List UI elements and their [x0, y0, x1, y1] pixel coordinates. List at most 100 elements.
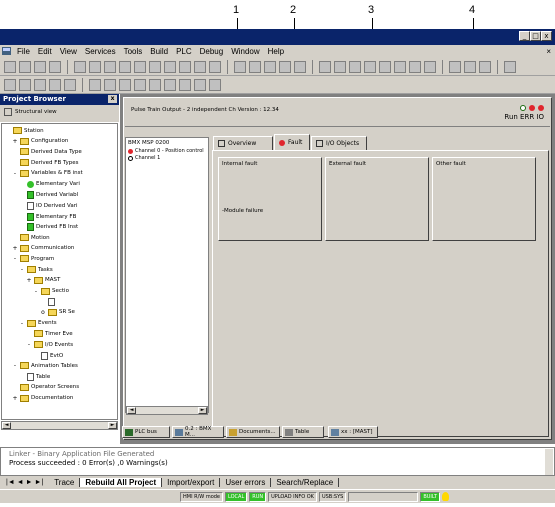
tab-io-objects[interactable]: I/O Objects [311, 136, 367, 150]
output-tab-trace[interactable]: Trace [49, 478, 81, 487]
tool-b-icon[interactable] [19, 78, 31, 91]
tree-item[interactable]: Motion [12, 234, 50, 241]
cascade-icon[interactable] [479, 60, 491, 73]
tool-k-icon[interactable] [164, 78, 176, 91]
scroll-left-icon[interactable]: ◄ [2, 422, 11, 429]
tool-c-icon[interactable] [34, 78, 46, 91]
undo-icon[interactable] [119, 60, 131, 73]
tool-m-icon[interactable] [194, 78, 206, 91]
animation-icon[interactable] [424, 60, 436, 73]
tool-a-icon[interactable] [4, 78, 16, 91]
tree-item[interactable]: Derived FB Types [12, 159, 78, 167]
project-browser-close-button[interactable]: x [108, 95, 117, 103]
tool-l-icon[interactable] [179, 78, 191, 91]
tool-g-icon[interactable] [104, 78, 116, 91]
channel-0-item[interactable]: Channel 0 - Position control [128, 148, 204, 154]
taskbar-mast[interactable]: xx : [MAST] [328, 426, 378, 438]
collapse-icon[interactable]: - [12, 362, 18, 369]
taskbar-documents[interactable]: Documents... [226, 426, 280, 438]
output-tab-user-errors[interactable]: User errors [220, 478, 272, 487]
validate-icon[interactable] [149, 60, 161, 73]
search-icon[interactable] [164, 60, 176, 73]
output-tab-import-export[interactable]: Import/export [162, 478, 221, 487]
scroll-right-icon[interactable]: ► [108, 422, 117, 429]
transfer-icon[interactable] [319, 60, 331, 73]
menu-file[interactable]: File [13, 47, 34, 56]
split-icon[interactable] [464, 60, 476, 73]
collapse-icon[interactable]: - [12, 170, 18, 177]
tool-h-icon[interactable] [119, 78, 131, 91]
zoom-icon[interactable] [179, 60, 191, 73]
tree-item[interactable]: Station [5, 127, 44, 134]
taskbar-table[interactable]: Table [282, 426, 324, 438]
taskbar-plc-bus[interactable]: PLC bus [122, 426, 170, 438]
tree-item[interactable]: Derived Variabl [19, 191, 78, 200]
tree-item[interactable]: Timer Eve [26, 330, 73, 338]
init-icon[interactable] [409, 60, 421, 73]
find-icon[interactable] [279, 60, 291, 73]
tree-item[interactable]: + Communication [12, 244, 74, 252]
expand-icon[interactable]: + [12, 245, 18, 252]
paste-icon[interactable] [104, 60, 116, 73]
bookmark-icon[interactable] [294, 60, 306, 73]
output-tab-search-replace[interactable]: Search/Replace [271, 478, 340, 487]
maximize-button[interactable]: □ [530, 31, 541, 41]
tree-item[interactable]: IO Derived Vari [19, 201, 77, 210]
collapse-icon[interactable]: - [12, 255, 18, 262]
taskbar-module[interactable]: 0.2 : BMX M... [172, 426, 224, 438]
menu-plc[interactable]: PLC [172, 47, 196, 56]
rebuild-icon[interactable] [264, 60, 276, 73]
cut-icon[interactable] [74, 60, 86, 73]
new-icon[interactable] [4, 60, 16, 73]
tree-item[interactable]: - I/O Events [26, 341, 73, 348]
tree-item[interactable]: EvtO [33, 351, 63, 360]
tree-spacer[interactable]: o [40, 309, 46, 316]
tool-n-icon[interactable] [209, 78, 221, 91]
open-icon[interactable] [19, 60, 31, 73]
plc-icon[interactable] [349, 60, 361, 73]
minimize-button[interactable]: _ [519, 31, 530, 41]
window-icon[interactable] [194, 60, 206, 73]
menu-edit[interactable]: Edit [34, 47, 56, 56]
tree-item[interactable]: Elementary Vari [19, 180, 80, 188]
tool-e-icon[interactable] [64, 78, 76, 91]
menu-build[interactable]: Build [146, 47, 172, 56]
menu-window[interactable]: Window [227, 47, 263, 56]
menu-debug[interactable]: Debug [196, 47, 228, 56]
tree-item[interactable]: - Variables & FB inst [12, 169, 83, 177]
tree-item[interactable]: Operator Screens [12, 383, 79, 391]
redo-icon[interactable] [134, 60, 146, 73]
channel-scroll-left-icon[interactable]: ◄ [127, 407, 136, 414]
menu-tools[interactable]: Tools [120, 47, 147, 56]
output-tab-rebuild[interactable]: Rebuild All Project [80, 478, 163, 487]
expand-icon[interactable]: + [12, 395, 18, 402]
menu-services[interactable]: Services [81, 47, 120, 56]
structural-view-button[interactable]: Structural view [4, 108, 57, 116]
save-icon[interactable] [34, 60, 46, 73]
tree-item[interactable]: + Documentation [12, 394, 73, 402]
tree-item[interactable]: Derived FB Inst [19, 223, 78, 232]
collapse-icon[interactable]: - [19, 320, 25, 327]
tree-hscrollbar[interactable]: ◄ ► [1, 421, 118, 430]
print-icon[interactable] [49, 60, 61, 73]
collapse-icon[interactable]: - [33, 288, 39, 295]
tree-item[interactable]: Elementary FB [19, 212, 76, 221]
mdi-close-icon[interactable]: × [542, 47, 555, 56]
tab-fault[interactable]: Fault [274, 134, 310, 150]
plc-disconnect-icon[interactable] [364, 60, 376, 73]
transfer-up-icon[interactable] [334, 60, 346, 73]
expand-icon[interactable]: + [12, 138, 18, 145]
tree-item[interactable]: + Configuration [12, 137, 68, 145]
collapse-icon[interactable]: - [26, 341, 32, 348]
channel-scroll-right-icon[interactable]: ► [198, 407, 207, 414]
run-icon[interactable] [379, 60, 391, 73]
output-nav-icon[interactable]: |◄ ◄ ► ►| [0, 479, 49, 486]
tree-item[interactable]: Table [19, 373, 50, 382]
build-icon[interactable] [249, 60, 261, 73]
tree-item[interactable] [40, 298, 57, 307]
tool-d-icon[interactable] [49, 78, 61, 91]
channel-hscrollbar[interactable]: ◄ ► [126, 406, 208, 415]
tree-item[interactable]: - Sectio [33, 287, 69, 295]
close-button[interactable]: x [541, 31, 552, 41]
tree-item[interactable]: - Events [19, 319, 57, 327]
